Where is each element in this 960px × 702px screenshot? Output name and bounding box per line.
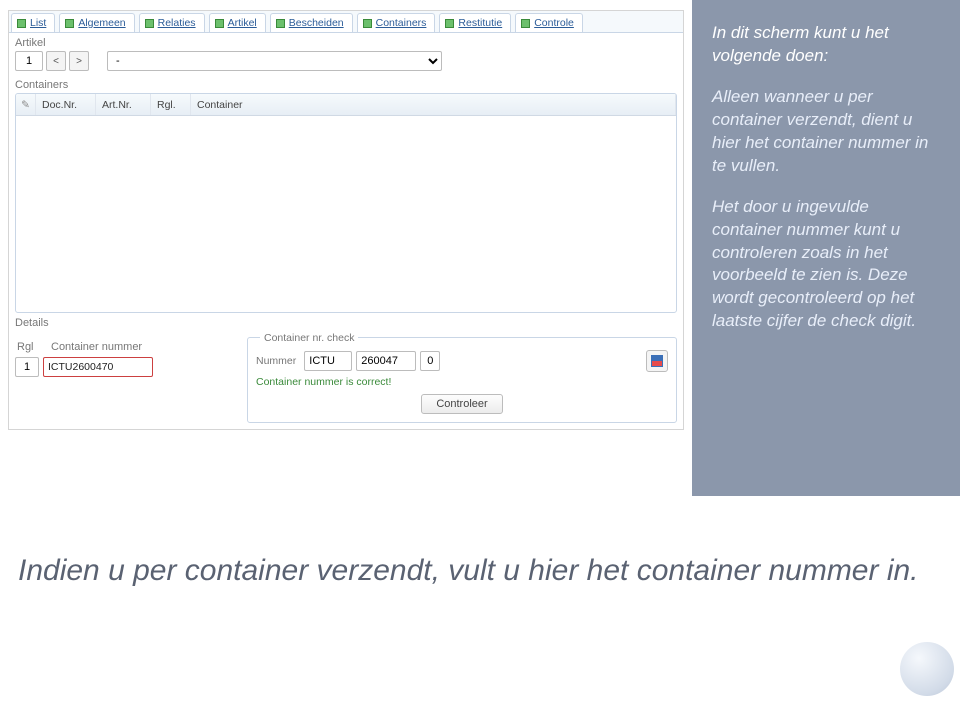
controleer-button[interactable]: Controleer	[421, 394, 502, 414]
col-edit[interactable]: ✎	[16, 94, 36, 115]
info-panel: In dit scherm kunt u het volgende doen: …	[692, 0, 960, 496]
container-serial-input[interactable]	[356, 351, 416, 371]
artikel-label: Artikel	[9, 33, 683, 51]
tab-label: Restitutie	[458, 17, 502, 29]
artikel-controls: < > -	[9, 51, 683, 75]
col-art[interactable]: Art.Nr.	[96, 94, 151, 115]
artikel-filter-select[interactable]: -	[107, 51, 442, 71]
tab-bescheiden[interactable]: Bescheiden	[270, 13, 353, 32]
flag-button[interactable]	[646, 350, 668, 372]
check-result-message: Container nummer is correct!	[256, 376, 668, 388]
artikel-prev-button[interactable]: <	[46, 51, 66, 71]
tab-restitutie[interactable]: Restitutie	[439, 13, 511, 32]
tab-label: Containers	[376, 17, 427, 29]
tab-label: Bescheiden	[289, 17, 344, 29]
square-icon	[65, 19, 74, 28]
nummer-label: Nummer	[256, 355, 296, 367]
tab-containers[interactable]: Containers	[357, 13, 436, 32]
square-icon	[145, 19, 154, 28]
container-check-panel: Container nr. check Nummer	[247, 337, 677, 423]
square-icon	[521, 19, 530, 28]
artikel-index-input[interactable]	[15, 51, 43, 71]
square-icon	[17, 19, 26, 28]
details-row: Rgl Container nummer Container nr. check…	[9, 331, 683, 429]
container-checkdigit-input[interactable]	[420, 351, 440, 371]
tab-label: Controle	[534, 17, 574, 29]
info-paragraph: Het door u ingevulde container nummer ku…	[712, 196, 940, 334]
tab-algemeen[interactable]: Algemeen	[59, 13, 134, 32]
tab-controle[interactable]: Controle	[515, 13, 583, 32]
rgl-header: Rgl	[17, 341, 45, 353]
slide-caption: Indien u per container verzendt, vult u …	[18, 552, 938, 590]
rgl-input[interactable]	[15, 357, 39, 377]
tab-label: Artikel	[228, 17, 257, 29]
details-label: Details	[9, 313, 683, 331]
containers-label: Containers	[9, 75, 683, 93]
tab-relaties[interactable]: Relaties	[139, 13, 205, 32]
tab-list[interactable]: List	[11, 13, 55, 32]
form-area: Artikel < > - Containers ✎ Doc.Nr. Art.N…	[9, 32, 683, 429]
square-icon	[445, 19, 454, 28]
col-doc[interactable]: Doc.Nr.	[36, 94, 96, 115]
table-header: ✎ Doc.Nr. Art.Nr. Rgl. Container	[16, 94, 676, 116]
artikel-next-button[interactable]: >	[69, 51, 89, 71]
info-heading: In dit scherm kunt u het volgende doen:	[712, 22, 940, 68]
col-rgl[interactable]: Rgl.	[151, 94, 191, 115]
containers-table: ✎ Doc.Nr. Art.Nr. Rgl. Container	[15, 93, 677, 313]
square-icon	[276, 19, 285, 28]
pencil-icon: ✎	[21, 99, 30, 111]
details-mid: Container nr. check Nummer	[247, 337, 677, 423]
container-number-input[interactable]	[43, 357, 153, 377]
tab-bar: List Algemeen Relaties Artikel Bescheide…	[9, 11, 683, 32]
container-prefix-input[interactable]	[304, 351, 352, 371]
info-paragraph: Alleen wanneer u per container verzendt,…	[712, 86, 940, 178]
flag-icon	[650, 354, 664, 368]
tab-label: Relaties	[158, 17, 196, 29]
app-window: List Algemeen Relaties Artikel Bescheide…	[8, 10, 684, 430]
tab-label: Algemeen	[78, 17, 125, 29]
decorative-circle	[900, 642, 954, 696]
square-icon	[215, 19, 224, 28]
details-left: Rgl Container nummer	[15, 337, 235, 423]
col-container[interactable]: Container	[191, 94, 676, 115]
container-number-header: Container nummer	[51, 341, 142, 353]
square-icon	[363, 19, 372, 28]
tab-artikel[interactable]: Artikel	[209, 13, 266, 32]
tab-label: List	[30, 17, 46, 29]
check-legend: Container nr. check	[260, 332, 358, 344]
